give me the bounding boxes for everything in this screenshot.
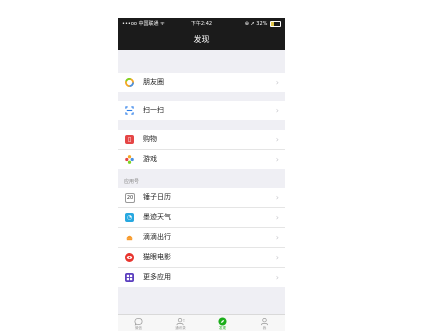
list-item-maoyan[interactable]: 猫眼电影 ›	[118, 248, 285, 268]
didi-icon	[125, 233, 134, 242]
movie-icon	[125, 253, 134, 262]
chevron-right-icon: ›	[275, 253, 279, 262]
label-more-apps: 更多应用	[143, 273, 171, 281]
status-right: ⊕ ➚ 32%	[245, 18, 281, 30]
group-moments: 朋友圈 ›	[118, 73, 285, 92]
label-shopping: 购物	[143, 135, 157, 143]
label-didi: 滴滴出行	[143, 233, 171, 241]
list-item-weather[interactable]: ◔ 墨迹天气 ›	[118, 208, 285, 228]
tab-label-me: 我	[262, 326, 267, 330]
group-shopping-games: ▯ 购物 › 游戏 ›	[118, 130, 285, 169]
tab-discover[interactable]: 发现	[206, 315, 239, 331]
weather-icon: ◔	[125, 213, 134, 222]
more-apps-icon	[125, 273, 134, 282]
label-moments: 朋友圈	[143, 78, 164, 86]
battery-icon	[270, 20, 281, 27]
tab-label-discover: 发现	[219, 326, 226, 330]
list-item-calendar[interactable]: 20 锤子日历 ›	[118, 188, 285, 208]
tab-contacts[interactable]: 通讯录	[164, 315, 197, 331]
list-item-more-apps[interactable]: 更多应用 ›	[118, 268, 285, 287]
chevron-right-icon: ›	[275, 193, 279, 202]
page-title: 发现	[118, 30, 285, 50]
games-icon	[125, 155, 134, 164]
list-item-moments[interactable]: 朋友圈 ›	[118, 73, 285, 92]
discover-icon	[218, 317, 227, 326]
chevron-right-icon: ›	[275, 135, 279, 144]
tab-label-chats: 微信	[135, 326, 142, 330]
me-icon	[260, 317, 269, 326]
list-item-shopping[interactable]: ▯ 购物 ›	[118, 130, 285, 150]
list-item-scan[interactable]: 扫一扫 ›	[118, 101, 285, 120]
chevron-right-icon: ›	[275, 273, 279, 282]
chevron-right-icon: ›	[275, 233, 279, 242]
chevron-right-icon: ›	[275, 78, 279, 87]
chevron-right-icon: ›	[275, 106, 279, 115]
calendar-icon: 20	[125, 193, 135, 203]
section-title-apps: 应用号	[124, 179, 140, 185]
tab-bar: 微信 通讯录 发现 我	[118, 314, 285, 331]
moments-icon	[125, 78, 134, 87]
tab-label-contacts: 通讯录	[175, 326, 186, 330]
list-item-didi[interactable]: 滴滴出行 ›	[118, 228, 285, 248]
group-scan: 扫一扫 ›	[118, 101, 285, 120]
tab-chats[interactable]: 微信	[122, 315, 155, 331]
list-item-games[interactable]: 游戏 ›	[118, 150, 285, 169]
group-apps: 20 锤子日历 › ◔ 墨迹天气 › 滴滴出行 › 猫眼电影 › 更多应用 ›	[118, 188, 285, 287]
label-weather: 墨迹天气	[143, 213, 171, 221]
label-scan: 扫一扫	[143, 106, 164, 114]
label-maoyan: 猫眼电影	[143, 253, 171, 261]
scan-icon	[125, 106, 134, 115]
phone-screen: •••oo 中国联通 ᯤ 下午2:42 ⊕ ➚ 32% 发现 朋友圈 › 扫一扫…	[118, 18, 285, 331]
label-games: 游戏	[143, 155, 157, 163]
tab-me[interactable]: 我	[248, 315, 281, 331]
status-indicators: ⊕ ➚ 32%	[244, 21, 268, 27]
chevron-right-icon: ›	[275, 213, 279, 222]
chevron-right-icon: ›	[275, 155, 279, 164]
status-bar: •••oo 中国联通 ᯤ 下午2:42 ⊕ ➚ 32%	[118, 18, 285, 30]
shopping-icon: ▯	[125, 135, 134, 144]
contacts-icon	[176, 317, 185, 326]
chat-icon	[134, 317, 143, 326]
label-calendar: 锤子日历	[143, 193, 171, 201]
